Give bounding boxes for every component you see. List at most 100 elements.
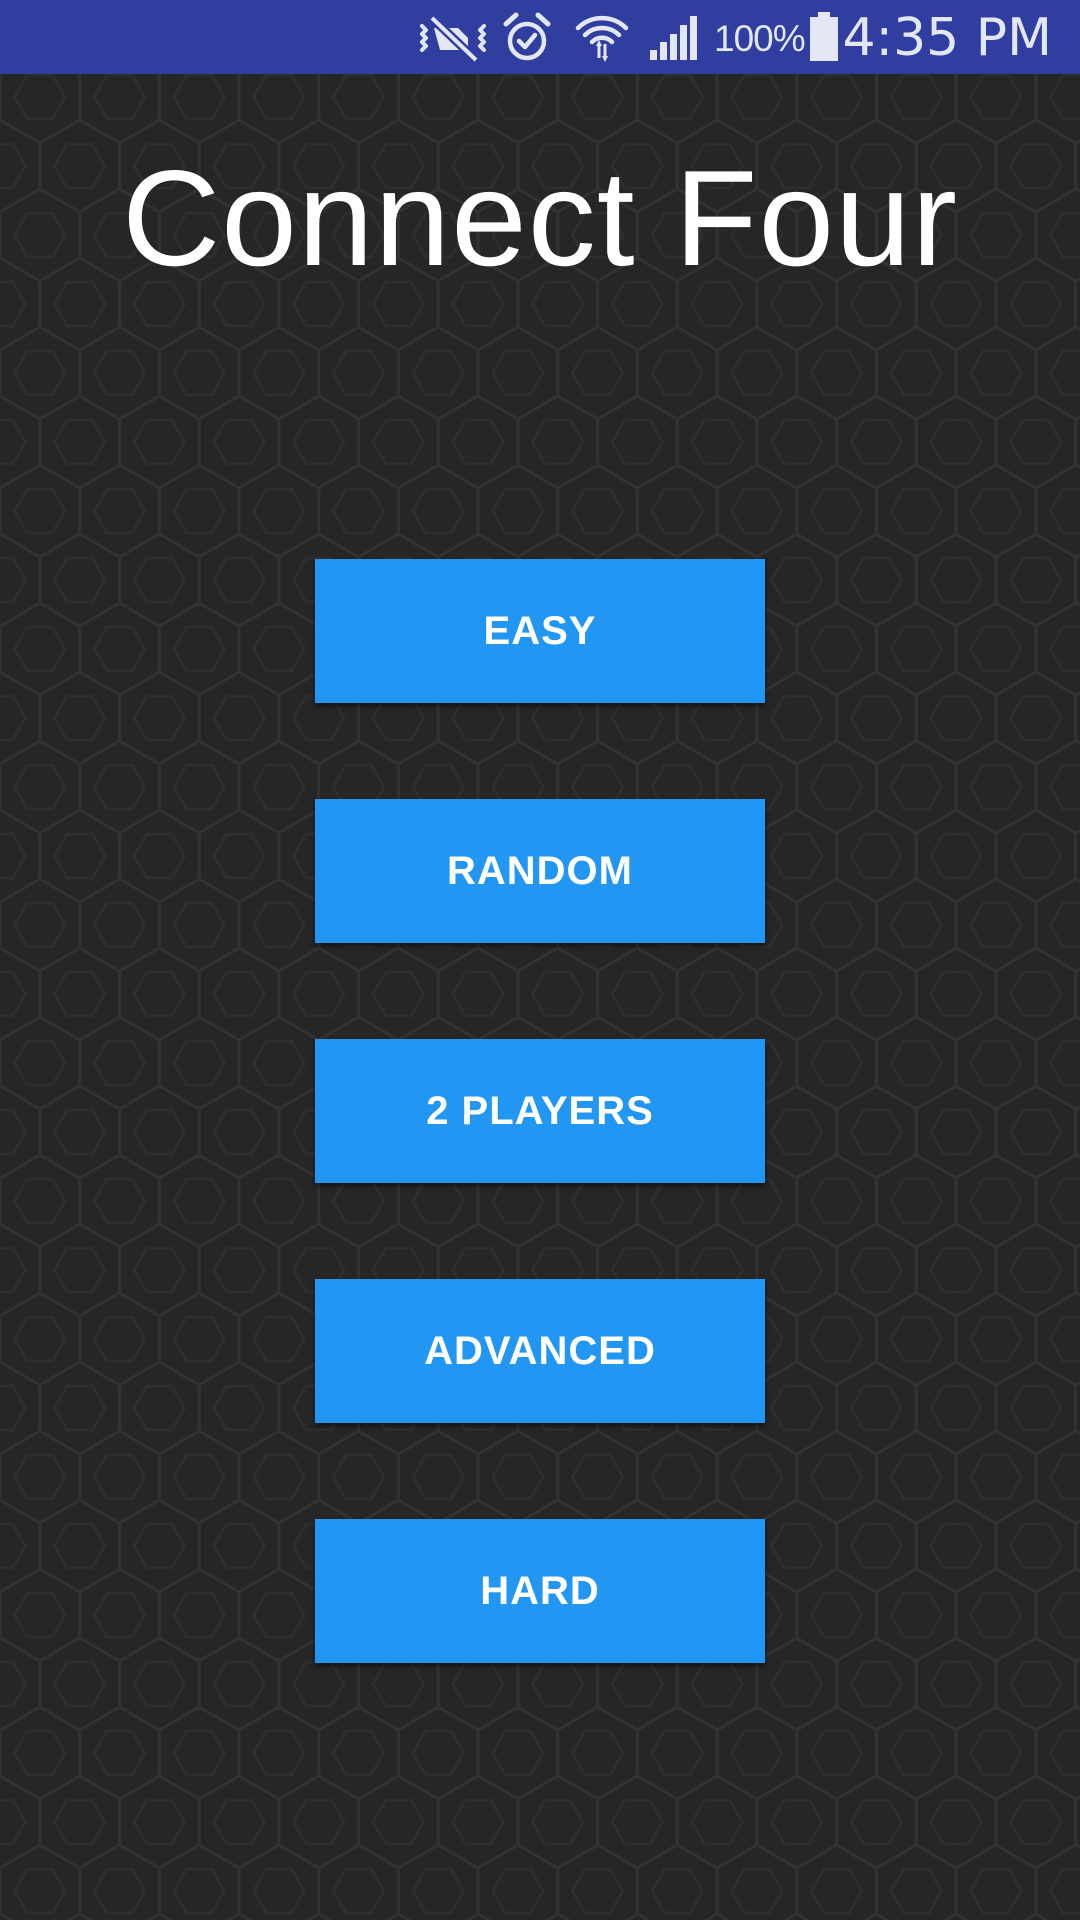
pattern-hexagon (675, 946, 759, 1042)
pattern-hexagon (1022, 1912, 1050, 1920)
pattern-hexagon (795, 1291, 878, 1387)
pattern-inner-hexagon (251, 74, 306, 121)
pattern-hexagon (157, 74, 241, 145)
pattern-inner-hexagon (411, 74, 466, 121)
pattern-inner-hexagon (0, 694, 28, 742)
pattern-hexagon (38, 1084, 121, 1180)
pattern-inner-hexagon (172, 625, 227, 673)
pattern-hexagon (755, 1498, 839, 1594)
pattern-inner-hexagon (570, 349, 625, 397)
pattern-inner-hexagon (490, 1867, 545, 1915)
pattern-hexagon (795, 1153, 878, 1249)
pattern-hexagon (675, 1774, 759, 1870)
advanced-button[interactable]: ADVANCED (315, 1279, 765, 1423)
pattern-hexagon (755, 532, 839, 628)
pattern-inner-hexagon (12, 1453, 67, 1501)
pattern-inner-hexagon (251, 487, 306, 535)
pattern-inner-hexagon (172, 1177, 227, 1225)
pattern-hexagon (954, 1153, 1038, 1249)
hard-button[interactable]: HARD (315, 1519, 765, 1663)
pattern-hexagon (1074, 1794, 1080, 1850)
pattern-inner-hexagon (809, 1315, 864, 1363)
pattern-inner-hexagon (610, 970, 665, 1018)
pattern-hexagon (795, 1429, 878, 1525)
pattern-hexagon (1034, 1843, 1080, 1920)
pattern-hexagon (635, 325, 719, 421)
pattern-hexagon (783, 1912, 811, 1920)
pattern-inner-hexagon (52, 694, 107, 742)
pattern-hexagon (396, 325, 480, 421)
pattern-inner-hexagon (0, 1660, 28, 1708)
pattern-hexagon (237, 739, 321, 835)
pattern-hexagon (396, 1429, 480, 1525)
pattern-inner-hexagon (929, 418, 984, 466)
pattern-hexagon (78, 1843, 161, 1920)
pattern-inner-hexagon (1048, 1315, 1080, 1363)
pattern-inner-hexagon (849, 694, 904, 742)
pattern-hexagon (0, 1429, 82, 1525)
pattern-inner-hexagon (809, 487, 864, 535)
pattern-hexagon (0, 463, 82, 559)
pattern-inner-hexagon (968, 1591, 1023, 1639)
pattern-inner-hexagon (809, 901, 864, 949)
pattern-inner-hexagon (889, 1177, 944, 1225)
pattern-inner-hexagon (729, 487, 784, 535)
pattern-hexagon (835, 394, 918, 490)
pattern-inner-hexagon (610, 1798, 665, 1846)
pattern-hexagon (755, 1360, 839, 1456)
pattern-hexagon (157, 1153, 241, 1249)
pattern-hexagon (0, 1015, 82, 1111)
pattern-inner-hexagon (291, 418, 346, 466)
pattern-inner-hexagon (1008, 556, 1063, 604)
pattern-hexagon (994, 946, 1078, 1042)
pattern-hexagon (317, 325, 400, 421)
pattern-hexagon (1074, 690, 1080, 746)
pattern-inner-hexagon (729, 1729, 784, 1777)
pattern-inner-hexagon (251, 625, 306, 673)
pattern-inner-hexagon (411, 1867, 466, 1915)
pattern-inner-hexagon (132, 1660, 187, 1708)
pattern-inner-hexagon (889, 763, 944, 811)
pattern-hexagon (994, 1498, 1078, 1594)
pattern-inner-hexagon (849, 1660, 904, 1708)
pattern-hexagon (1034, 325, 1080, 421)
pattern-hexagon (38, 1636, 121, 1732)
pattern-inner-hexagon (769, 1660, 824, 1708)
pattern-inner-hexagon (530, 418, 585, 466)
pattern-inner-hexagon (650, 74, 705, 121)
pattern-hexagon (835, 1498, 918, 1594)
pattern-hexagon (755, 1636, 839, 1732)
pattern-hexagon (874, 1567, 958, 1663)
pattern-inner-hexagon (411, 1729, 466, 1777)
pattern-inner-hexagon (52, 556, 107, 604)
pattern-hexagon (556, 325, 639, 421)
pattern-inner-hexagon (52, 1384, 107, 1432)
pattern-inner-hexagon (968, 349, 1023, 397)
pattern-inner-hexagon (12, 487, 67, 535)
pattern-hexagon (436, 946, 520, 1042)
two-players-button[interactable]: 2 PLAYERS (315, 1039, 765, 1183)
pattern-hexagon (1074, 552, 1080, 608)
pattern-inner-hexagon (331, 487, 386, 535)
pattern-inner-hexagon (12, 763, 67, 811)
pattern-inner-hexagon (929, 1108, 984, 1156)
pattern-inner-hexagon (769, 418, 824, 466)
random-button[interactable]: RANDOM (315, 799, 765, 943)
pattern-inner-hexagon (1008, 832, 1063, 880)
pattern-inner-hexagon (12, 901, 67, 949)
pattern-hexagon (715, 1843, 799, 1920)
pattern-inner-hexagon (570, 1729, 625, 1777)
pattern-hexagon (1034, 1429, 1080, 1525)
pattern-inner-hexagon (172, 74, 227, 121)
pattern-inner-hexagon (92, 349, 147, 397)
easy-button[interactable]: EASY (315, 559, 765, 703)
pattern-inner-hexagon (132, 1798, 187, 1846)
pattern-hexagon (874, 74, 958, 145)
pattern-hexagon (755, 808, 839, 904)
pattern-inner-hexagon (729, 74, 784, 121)
app-title: Connect Four (122, 142, 958, 294)
pattern-hexagon (197, 670, 281, 766)
pattern-inner-hexagon (1008, 1660, 1063, 1708)
pattern-hexagon (197, 1636, 281, 1732)
pattern-hexagon (835, 1360, 918, 1456)
